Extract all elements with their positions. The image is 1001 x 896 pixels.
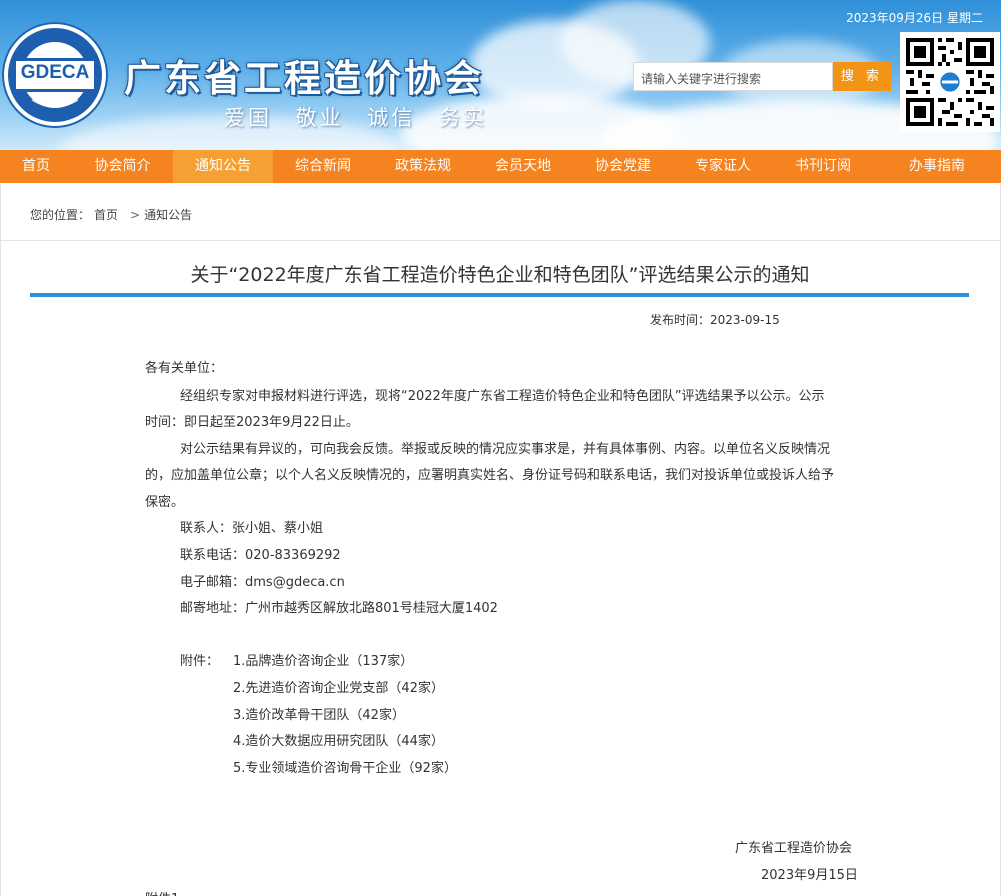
qr-code-icon xyxy=(900,32,1000,132)
nav-item-about[interactable]: 协会简介 xyxy=(72,150,173,183)
nav-item-policies[interactable]: 政策法规 xyxy=(373,150,473,183)
nav-item-notices[interactable]: 通知公告 xyxy=(173,150,273,183)
breadcrumb-separator: > xyxy=(130,208,141,222)
nav-item-guide[interactable]: 办事指南 xyxy=(873,150,1001,183)
attachment-link[interactable]: 5.专业领域造价咨询骨干企业（92家） xyxy=(233,757,457,776)
nav-item-news[interactable]: 综合新闻 xyxy=(273,150,373,183)
search-input[interactable]: 请输入关键字进行搜索 xyxy=(633,62,833,91)
breadcrumb-current-link[interactable]: 通知公告 xyxy=(144,208,192,222)
current-date: 2023年09月26日 星期二 xyxy=(846,11,983,25)
search-button[interactable]: 搜 索 xyxy=(833,62,891,91)
content-frame xyxy=(0,184,1001,896)
breadcrumb-home-link[interactable]: 首页 xyxy=(94,208,118,222)
nav-item-experts[interactable]: 专家证人 xyxy=(673,150,773,183)
article-title: 关于“2022年度广东省工程造价特色企业和特色团队”评选结果公示的通知 xyxy=(190,264,810,286)
publish-time-value: 2023-09-15 xyxy=(710,313,780,327)
site-slogan: 爱国 敬业 诚信 务实 xyxy=(224,106,488,130)
attachment-link[interactable]: 4.造价大数据应用研究团队（44家） xyxy=(233,730,444,749)
attachments-label: 附件： xyxy=(180,654,220,669)
nav-item-party[interactable]: 协会党建 xyxy=(573,150,673,183)
title-divider xyxy=(30,293,969,297)
nav-item-members[interactable]: 会员天地 xyxy=(473,150,573,183)
nav-item-publications[interactable]: 书刊订阅 xyxy=(773,150,873,183)
site-header: GDECA 广东省工程造价协会 爱国 敬业 诚信 务实 2023年09月26日 … xyxy=(0,0,1001,150)
attachment-link[interactable]: 1.品牌造价咨询企业（137家） xyxy=(233,650,413,669)
signature-organization: 广东省工程造价协会 xyxy=(735,841,853,856)
breadcrumb: 您的位置： 首页 > 通知公告 xyxy=(30,206,196,223)
attachment-link[interactable]: 2.先进造价咨询企业党支部（42家） xyxy=(233,677,444,696)
site-title: 广东省工程造价协会 xyxy=(124,57,484,100)
paragraph-1-line-2: 时间：即日起至2023年9月22日止。 xyxy=(145,415,359,430)
publish-time-label: 发布时间： xyxy=(650,313,711,327)
paragraph-1-line-1: 经组织专家对申报材料进行评选，现将“2022年度广东省工程造价特色企业和特色团队… xyxy=(180,389,825,404)
contact-phone: 联系电话：020-83369292 xyxy=(180,548,341,563)
logo-text: GDECA xyxy=(20,62,90,83)
divider xyxy=(0,240,1001,241)
gdeca-logo[interactable]: GDECA xyxy=(2,22,108,128)
paragraph-2-line-2: 的，应加盖单位公章；以个人名义反映情况的，应署明真实姓名、身份证号码和联系电话，… xyxy=(145,468,835,483)
attachment-heading: 附件1 xyxy=(145,888,179,896)
contact-email: 电子邮箱：dms@gdeca.cn xyxy=(180,575,345,590)
greeting: 各有关单位： xyxy=(145,361,224,376)
signature-date: 2023年9月15日 xyxy=(761,868,858,883)
paragraph-2-line-1: 对公示结果有异议的，可向我会反馈。举报或反映的情况应实事求是，并有具体事例、内容… xyxy=(180,442,831,457)
main-nav: 首页 协会简介 通知公告 综合新闻 政策法规 会员天地 协会党建 专家证人 书刊… xyxy=(0,150,1001,183)
paragraph-2-line-3: 保密。 xyxy=(145,495,185,510)
publish-time: 发布时间：2023-09-15 xyxy=(650,311,780,328)
attachment-link[interactable]: 3.造价改革骨干团队（42家） xyxy=(233,704,405,723)
contact-person: 联系人：张小姐、蔡小姐 xyxy=(180,521,324,536)
nav-item-home[interactable]: 首页 xyxy=(0,150,72,183)
breadcrumb-prefix: 您的位置： xyxy=(30,208,91,222)
contact-address: 邮寄地址：广州市越秀区解放北路801号桂冠大厦1402 xyxy=(180,601,498,616)
